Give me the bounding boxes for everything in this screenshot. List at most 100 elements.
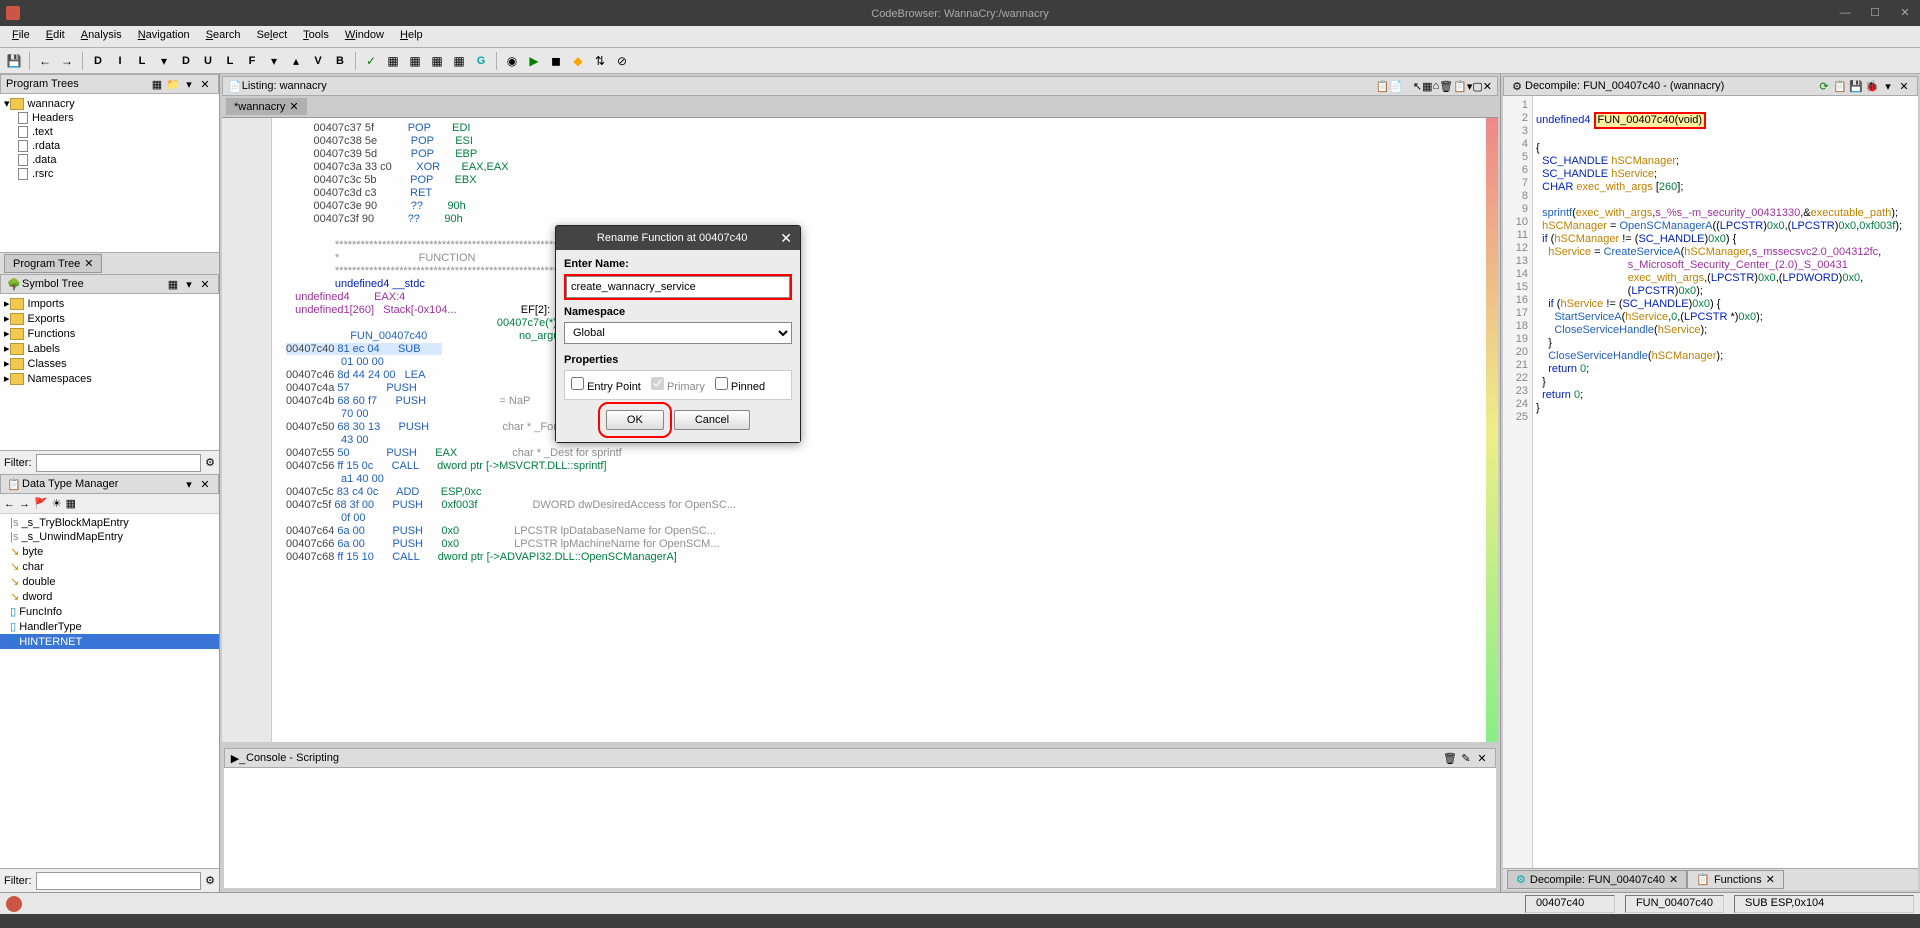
f-icon[interactable]: F: [242, 51, 262, 71]
tree-menu-icon[interactable]: ▾: [181, 76, 197, 92]
overview-ruler[interactable]: [1486, 118, 1498, 742]
grid2-icon[interactable]: ▦: [405, 51, 425, 71]
dtm-back-icon[interactable]: ←: [4, 498, 15, 510]
pinned-checkbox[interactable]: Pinned: [715, 377, 765, 393]
tree-config-icon[interactable]: ▦: [149, 76, 165, 92]
tree-root-wannacry[interactable]: ▾wannacry: [0, 96, 219, 111]
menu-edit[interactable]: Edit: [38, 26, 73, 47]
clear-icon[interactable]: ⊘: [612, 51, 632, 71]
menu-window[interactable]: Window: [337, 26, 392, 47]
menu-navigation[interactable]: Navigation: [130, 26, 198, 47]
b-icon[interactable]: B: [330, 51, 350, 71]
dtm-funcinfo[interactable]: ▯ FuncInfo: [0, 604, 219, 619]
decompile-copy-icon[interactable]: 📋: [1832, 78, 1848, 94]
symbol-functions[interactable]: ▸Functions: [0, 326, 219, 341]
listing-close-icon[interactable]: ✕: [1483, 80, 1492, 93]
decompile-save-icon[interactable]: 💾: [1848, 78, 1864, 94]
dtm-char[interactable]: ↘ char: [0, 559, 219, 574]
nav-down-icon[interactable]: ▾: [154, 51, 174, 71]
tree-item-rdata[interactable]: .rdata: [0, 139, 219, 153]
filter-config-icon[interactable]: ⚙: [205, 456, 215, 469]
grid-icon[interactable]: ▦: [383, 51, 403, 71]
i-icon[interactable]: I: [110, 51, 130, 71]
tree-close-icon[interactable]: ✕: [197, 76, 213, 92]
console-close-icon[interactable]: ✕: [1474, 750, 1490, 766]
decompile-close-icon[interactable]: ✕: [1896, 78, 1912, 94]
cancel-button[interactable]: Cancel: [674, 410, 750, 430]
dtm-tryblock[interactable]: |s _s_TryBlockMapEntry: [0, 516, 219, 530]
circle-icon[interactable]: ◉: [502, 51, 522, 71]
tree-item-text[interactable]: .text: [0, 125, 219, 139]
grid4-icon[interactable]: ▦: [449, 51, 469, 71]
dialog-titlebar[interactable]: Rename Function at 00407c40 ✕: [556, 226, 800, 250]
tree-item-headers[interactable]: Headers: [0, 111, 219, 125]
symbol-menu-icon[interactable]: ▾: [181, 276, 197, 292]
program-tree-tab[interactable]: Program Tree✕: [4, 254, 102, 273]
listing-paste-icon[interactable]: 📄: [1389, 80, 1403, 93]
tree-item-data[interactable]: .data: [0, 153, 219, 167]
check-icon[interactable]: ✓: [361, 51, 381, 71]
entry-point-checkbox[interactable]: Entry Point: [571, 377, 641, 393]
symbol-close-icon[interactable]: ✕: [197, 276, 213, 292]
dtm-hinternet[interactable]: ▯ HINTERNET: [0, 634, 219, 649]
functions-tab[interactable]: 📋Functions✕: [1687, 870, 1784, 889]
dtm-double[interactable]: ↘ double: [0, 574, 219, 589]
symbol-imports[interactable]: ▸Imports: [0, 296, 219, 311]
dtm-flag-icon[interactable]: 🚩: [34, 497, 48, 510]
dtm-menu-icon[interactable]: ▾: [181, 476, 197, 492]
symbol-classes[interactable]: ▸Classes: [0, 356, 219, 371]
functions-tab-close-icon[interactable]: ✕: [1766, 873, 1775, 886]
dtm-sun-icon[interactable]: ☀: [52, 497, 62, 510]
play-icon[interactable]: ▶: [524, 51, 544, 71]
listing-grid-icon[interactable]: ▦: [1422, 80, 1432, 93]
menu-tools[interactable]: Tools: [295, 26, 337, 47]
grid3-icon[interactable]: ▦: [427, 51, 447, 71]
tab-close-icon[interactable]: ✕: [84, 257, 93, 270]
dtm-collapse-icon[interactable]: ▦: [66, 497, 76, 510]
menu-analysis[interactable]: Analysis: [73, 26, 130, 47]
console-clear-icon[interactable]: 🗑: [1442, 750, 1458, 766]
decompile-body[interactable]: 1 2 3 4 5 6 7 8 9 10 11 12 13 14 15 16 1…: [1503, 96, 1918, 868]
dtm-byte[interactable]: ↘ byte: [0, 544, 219, 559]
g-icon[interactable]: G: [471, 51, 491, 71]
nav-down2-icon[interactable]: ▾: [264, 51, 284, 71]
dtm-dword[interactable]: ↘ dword: [0, 589, 219, 604]
symbol-filter-input[interactable]: [36, 454, 202, 472]
namespace-select[interactable]: Global: [564, 322, 792, 344]
dtm-close-icon[interactable]: ✕: [197, 476, 213, 492]
listing-copy-icon[interactable]: 📋: [1375, 80, 1389, 93]
d-icon[interactable]: D: [88, 51, 108, 71]
v-icon[interactable]: V: [308, 51, 328, 71]
decompile-dbg-icon[interactable]: 🐞: [1864, 78, 1880, 94]
toggle-icon[interactable]: ⇅: [590, 51, 610, 71]
symbol-exports[interactable]: ▸Exports: [0, 311, 219, 326]
tree-folder-icon[interactable]: 📁: [165, 76, 181, 92]
back-icon[interactable]: ←: [35, 51, 55, 71]
decompile-tab-close-icon[interactable]: ✕: [1669, 873, 1678, 886]
square-icon[interactable]: ◼: [546, 51, 566, 71]
listing-body[interactable]: 00407c37 5f POP EDI 00407c38 5e POP ESI …: [222, 118, 1498, 742]
symbol-config-icon[interactable]: ▦: [165, 276, 181, 292]
listing-tab-wannacry[interactable]: *wannacry✕: [226, 98, 307, 115]
nav-up-icon[interactable]: ▴: [286, 51, 306, 71]
listing-tab-close-icon[interactable]: ✕: [289, 100, 298, 113]
dtm-filter-input[interactable]: [36, 872, 202, 890]
dtm-fwd-icon[interactable]: →: [19, 498, 30, 510]
menu-file[interactable]: File: [4, 26, 38, 47]
menu-help[interactable]: Help: [392, 26, 431, 47]
listing-cursor-icon[interactable]: ↖: [1413, 80, 1422, 93]
d2-icon[interactable]: D: [176, 51, 196, 71]
menu-search[interactable]: Search: [198, 26, 249, 47]
dtm-handlertype[interactable]: ▯ HandlerType: [0, 619, 219, 634]
menu-select[interactable]: Select: [249, 26, 296, 47]
l2-icon[interactable]: L: [220, 51, 240, 71]
dtm-unwind[interactable]: |s _s_UnwindMapEntry: [0, 530, 219, 544]
decompile-refresh-icon[interactable]: ⟳: [1816, 78, 1832, 94]
l-icon[interactable]: L: [132, 51, 152, 71]
console-body[interactable]: [224, 768, 1496, 888]
diamond-icon[interactable]: ◆: [568, 51, 588, 71]
forward-icon[interactable]: →: [57, 51, 77, 71]
ok-button[interactable]: OK: [606, 410, 664, 430]
console-edit-icon[interactable]: ✎: [1458, 750, 1474, 766]
listing-clip-icon[interactable]: 📋: [1453, 80, 1467, 93]
